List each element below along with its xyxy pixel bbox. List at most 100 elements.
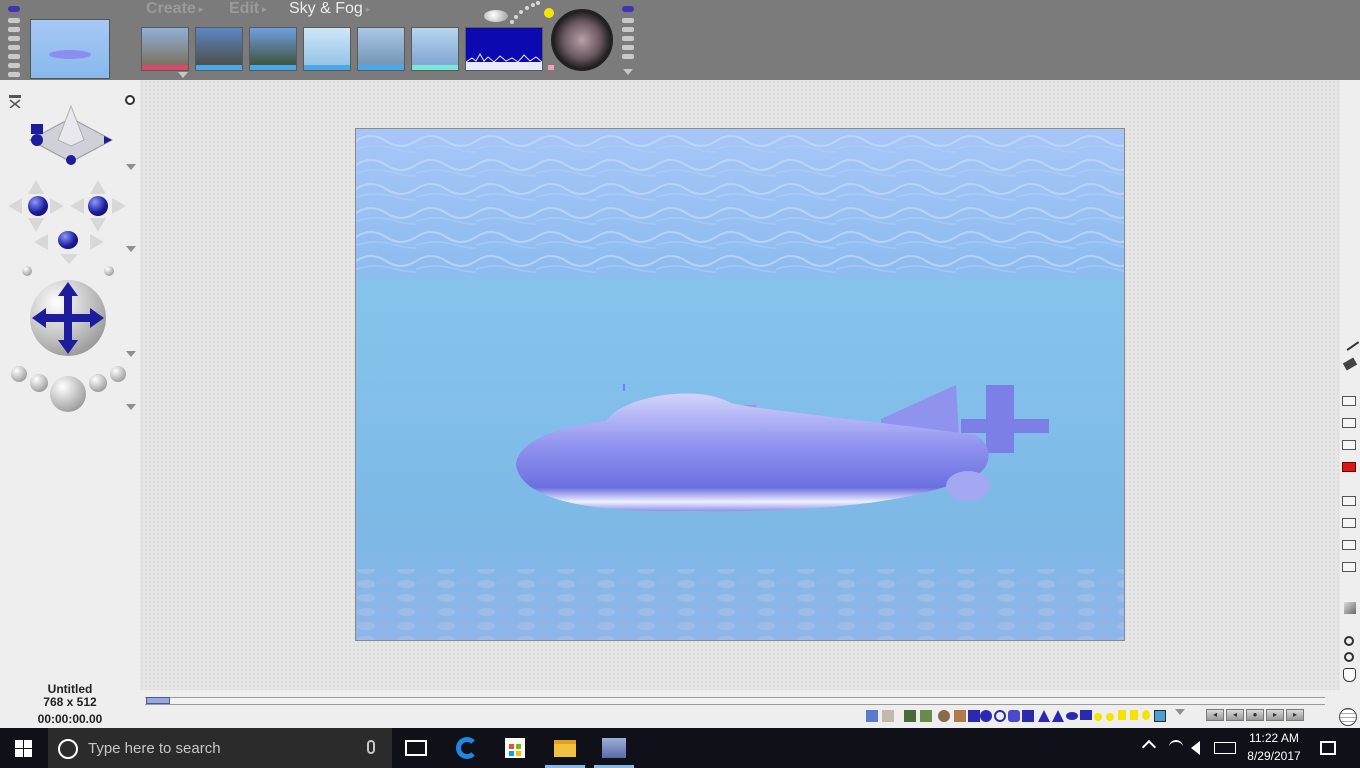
- grip-icon[interactable]: [8, 72, 20, 77]
- timeline-scrubber[interactable]: [146, 697, 170, 704]
- presets-dropdown-icon[interactable]: [178, 72, 188, 78]
- window-icon[interactable]: [1342, 440, 1356, 450]
- sky-preset-3[interactable]: [249, 27, 297, 71]
- menu-edit[interactable]: Edit ▸: [229, 0, 267, 18]
- director-icon[interactable]: [8, 94, 22, 109]
- animation-timeline[interactable]: [145, 697, 1325, 705]
- radial-light-icon[interactable]: [1130, 710, 1138, 720]
- square-icon[interactable]: [1080, 710, 1092, 720]
- parallel-light-icon[interactable]: [1118, 710, 1126, 720]
- render-option-sphere[interactable]: [89, 374, 107, 392]
- grip-icon[interactable]: [8, 36, 20, 41]
- scene-file-icon[interactable]: [1342, 396, 1356, 406]
- globe-icon[interactable]: [1339, 708, 1357, 726]
- grip-icon[interactable]: [622, 36, 634, 41]
- picture-icon[interactable]: [1154, 710, 1166, 722]
- zoom-out-icon[interactable]: [1344, 652, 1354, 662]
- render-dropdown-icon[interactable]: [126, 404, 136, 410]
- menu-sky-fog[interactable]: Sky & Fog ▸: [289, 0, 370, 18]
- view-dropdown-icon[interactable]: [126, 164, 136, 170]
- sky-preset-1[interactable]: [141, 27, 189, 71]
- wifi-icon[interactable]: [1169, 740, 1183, 754]
- sky-preset-5[interactable]: [357, 27, 405, 71]
- sphere-icon[interactable]: [980, 710, 992, 722]
- volume-icon[interactable]: [1191, 741, 1200, 755]
- objects-dropdown-icon[interactable]: [1175, 709, 1185, 715]
- camera-sphere-right[interactable]: [88, 196, 108, 216]
- hand-icon[interactable]: [1343, 668, 1356, 682]
- terrain-icon[interactable]: [866, 710, 878, 722]
- cube-object-icon[interactable]: [1022, 710, 1034, 722]
- cone-icon[interactable]: [1052, 710, 1064, 722]
- render-button[interactable]: [50, 376, 86, 412]
- tree-icon[interactable]: [904, 710, 916, 722]
- keyboard-icon[interactable]: [1214, 742, 1236, 754]
- grip-icon[interactable]: [8, 18, 20, 23]
- trackball[interactable]: [30, 280, 106, 356]
- sun-icon[interactable]: [544, 8, 554, 18]
- torus-icon[interactable]: [994, 710, 1006, 722]
- camera-sphere-left[interactable]: [28, 196, 48, 216]
- clock-date[interactable]: 8/29/2017: [1240, 749, 1308, 763]
- grip-icon[interactable]: [8, 54, 20, 59]
- grip-icon[interactable]: [8, 63, 20, 68]
- rewind-button[interactable]: ◂: [1206, 709, 1224, 721]
- trackball-dropdown-icon[interactable]: [126, 351, 136, 357]
- grip-icon[interactable]: [622, 27, 634, 32]
- view-control[interactable]: [28, 96, 114, 168]
- render-option-sphere[interactable]: [110, 366, 126, 382]
- notification-icon[interactable]: [1320, 741, 1336, 755]
- palette-pill-icon[interactable]: [8, 6, 20, 12]
- dropdown-panel-icon[interactable]: [1342, 562, 1356, 572]
- sky-preset-4[interactable]: [303, 27, 351, 71]
- zoom-in-icon[interactable]: [1344, 636, 1354, 646]
- sky-preset-2[interactable]: [195, 27, 243, 71]
- cloud-icon[interactable]: [484, 10, 508, 22]
- store-icon[interactable]: [505, 738, 525, 758]
- camera-dropdown-icon[interactable]: [126, 246, 136, 252]
- play-button[interactable]: ▸: [1266, 709, 1284, 721]
- grip-icon[interactable]: [8, 27, 20, 32]
- mountain-icon[interactable]: [1342, 518, 1356, 528]
- sun-moon-control[interactable]: [551, 9, 613, 71]
- bryce-app-icon[interactable]: [602, 738, 626, 758]
- path-icon[interactable]: [968, 710, 980, 722]
- nano-preview[interactable]: [30, 19, 110, 79]
- next-frame-button[interactable]: ▸: [1286, 709, 1304, 721]
- list-icon[interactable]: [1342, 496, 1356, 506]
- panel-icon[interactable]: [1342, 540, 1356, 550]
- task-view-icon[interactable]: [405, 740, 427, 756]
- clock-time[interactable]: 11:22 AM: [1240, 731, 1308, 745]
- sky-preset-6[interactable]: [411, 27, 459, 71]
- render-canvas[interactable]: [355, 128, 1125, 641]
- light-icon[interactable]: [1094, 713, 1102, 721]
- grip-icon[interactable]: [622, 54, 634, 59]
- grip-icon[interactable]: [8, 45, 20, 50]
- sky-lab-preview[interactable]: [465, 27, 543, 71]
- render-option-sphere[interactable]: [11, 366, 27, 382]
- file-explorer-icon[interactable]: [554, 740, 576, 757]
- windows-start-icon[interactable]: [15, 740, 32, 757]
- camera-dot-icon[interactable]: [125, 95, 135, 105]
- page-icon[interactable]: [1342, 418, 1356, 428]
- edge-browser-icon[interactable]: [456, 737, 478, 759]
- sky-dropdown-icon[interactable]: [623, 69, 633, 75]
- spotlight-icon[interactable]: [1106, 713, 1114, 721]
- bulb-icon[interactable]: [1142, 710, 1150, 720]
- palette-pill-icon[interactable]: [622, 6, 634, 12]
- cube-icon[interactable]: [1344, 602, 1356, 614]
- pyramid-icon[interactable]: [1038, 710, 1050, 722]
- camera-sphere-center[interactable]: [58, 231, 78, 249]
- record-icon[interactable]: [1342, 462, 1356, 472]
- small-sphere-icon[interactable]: [104, 266, 114, 276]
- model-icon[interactable]: [954, 710, 966, 722]
- stop-button[interactable]: ●: [1246, 709, 1264, 721]
- microphone-icon[interactable]: [367, 740, 375, 754]
- render-option-sphere[interactable]: [30, 374, 48, 392]
- disc-icon[interactable]: [1066, 712, 1078, 720]
- small-sphere-icon[interactable]: [22, 266, 32, 276]
- plant-icon[interactable]: [920, 710, 932, 722]
- prev-frame-button[interactable]: ◂: [1226, 709, 1244, 721]
- menu-create[interactable]: Create ▸: [146, 0, 203, 18]
- stone-icon[interactable]: [938, 710, 950, 722]
